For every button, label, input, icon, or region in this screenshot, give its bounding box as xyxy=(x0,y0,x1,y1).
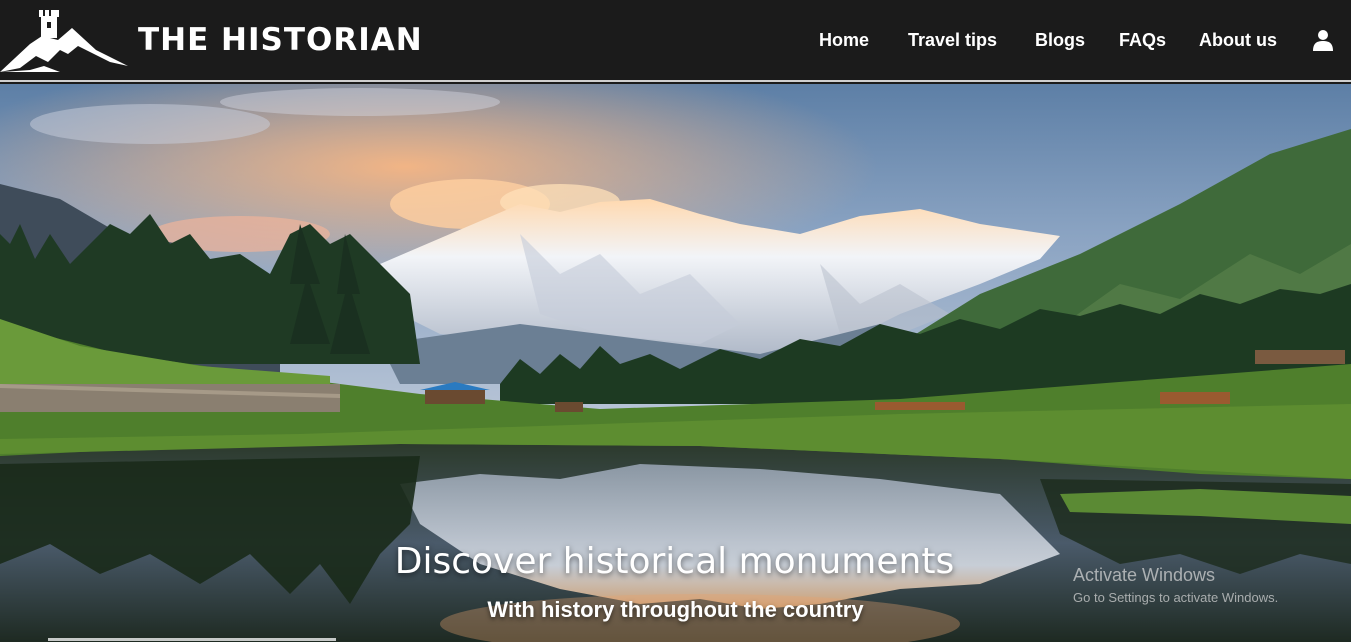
activate-windows-title: Activate Windows xyxy=(1073,565,1216,585)
user-icon[interactable] xyxy=(1313,29,1333,51)
brand-name[interactable]: THE HISTORIAN xyxy=(138,22,423,58)
nav-blogs[interactable]: Blogs xyxy=(1035,30,1085,51)
horizontal-scrollbar[interactable] xyxy=(48,638,336,641)
hero-banner: Discover historical monuments With histo… xyxy=(0,84,1351,642)
nav-home[interactable]: Home xyxy=(819,30,869,51)
nav-about-us[interactable]: About us xyxy=(1199,30,1277,51)
navbar: THE HISTORIAN Home Travel tips Blogs FAQ… xyxy=(0,0,1351,82)
nav-travel-tips[interactable]: Travel tips xyxy=(908,30,997,51)
mountain-castle-logo-icon[interactable] xyxy=(0,6,130,76)
nav-faqs[interactable]: FAQs xyxy=(1119,30,1166,51)
activate-windows-subtitle: Go to Settings to activate Windows. xyxy=(1073,590,1279,605)
